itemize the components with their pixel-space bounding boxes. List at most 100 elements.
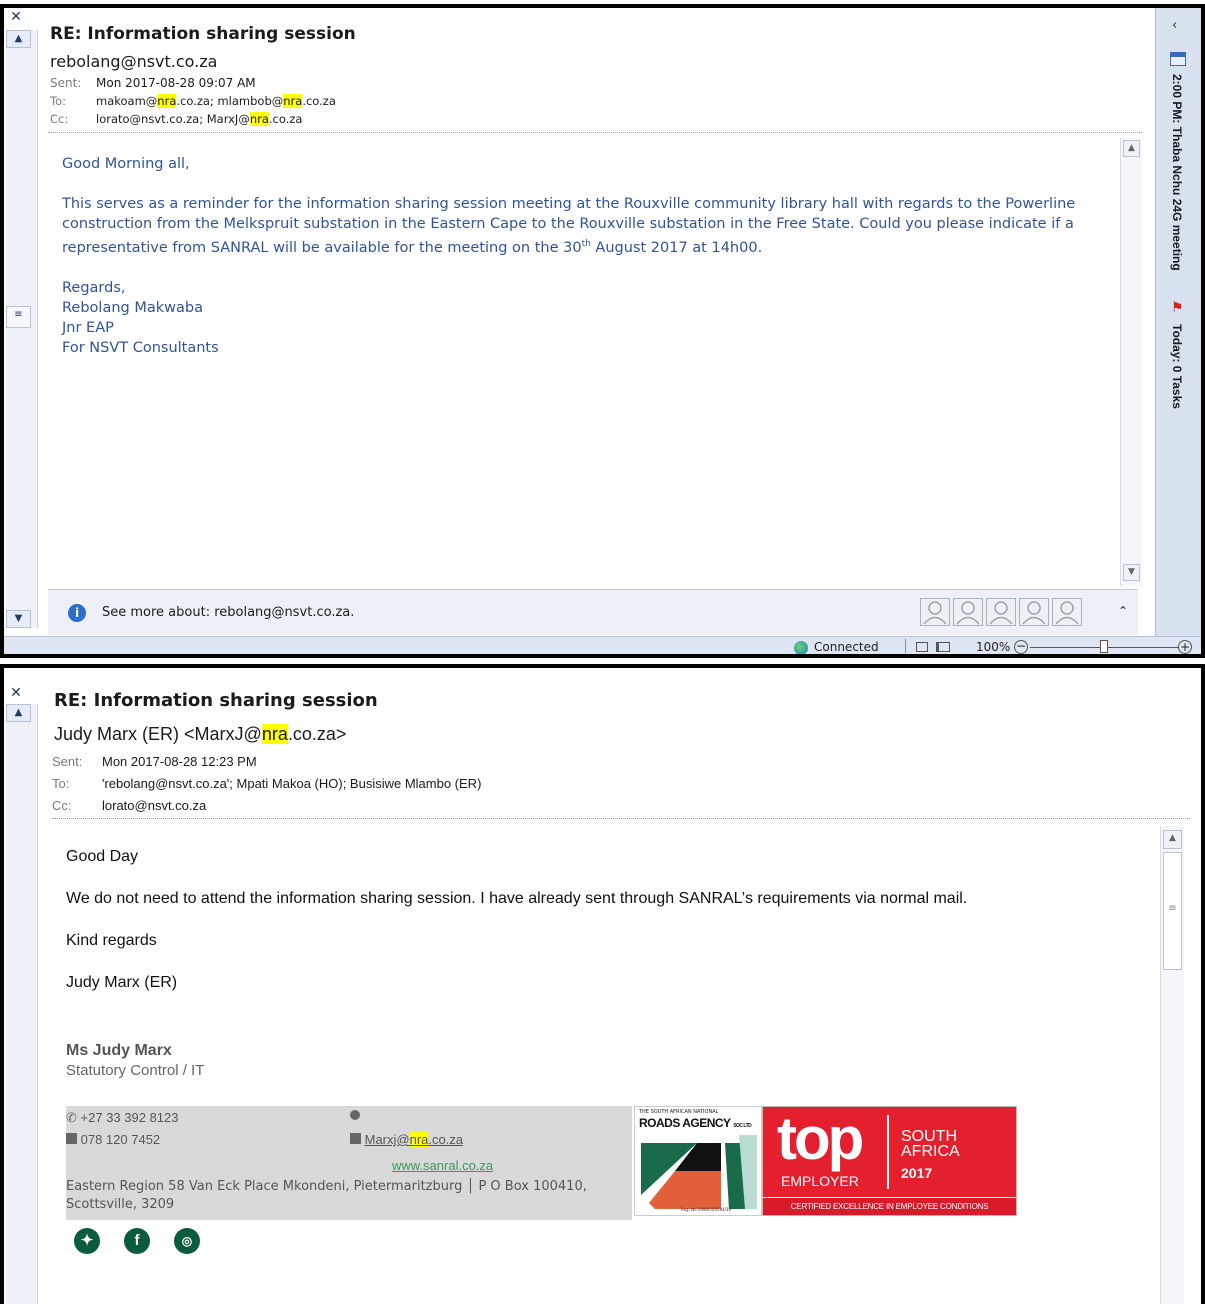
logo-country: SOUTH AFRICA: [901, 1128, 960, 1160]
to-recipient-2[interactable]: .co.za; mlambob@: [176, 94, 283, 108]
contact-avatar-icon[interactable]: [1019, 598, 1049, 626]
email-text: Marxj@: [364, 1132, 410, 1147]
sanral-emblem: [641, 1135, 757, 1209]
body-paragraph: This serves as a reminder for the inform…: [62, 194, 1112, 258]
sender-text[interactable]: Judy Marx (ER) <MarxJ@: [54, 724, 262, 744]
cc-label: Cc:: [52, 798, 72, 813]
people-pane-text[interactable]: See more about: rebolang@nsvt.co.za.: [102, 605, 354, 620]
body-closing: Kind regards: [66, 932, 157, 949]
email-subject: RE: Information sharing session: [50, 24, 356, 44]
contact-avatar-icon[interactable]: [953, 598, 983, 626]
reading-view-icon[interactable]: [936, 642, 950, 652]
close-icon[interactable]: ✕: [6, 684, 26, 704]
header-divider: [52, 818, 1190, 819]
mobile-number: 078 120 7452: [80, 1132, 161, 1147]
logo-top-text: top: [777, 1105, 864, 1172]
scroll-down-button[interactable]: ▼: [1123, 564, 1140, 581]
to-suffix: .co.za: [302, 94, 336, 108]
phone-row: ✆ +27 33 392 8123: [66, 1110, 179, 1126]
body-text: This serves as a reminder for the inform…: [62, 196, 1076, 256]
mail-icon: [350, 1133, 361, 1144]
calendar-icon: [1170, 52, 1186, 66]
instagram-icon[interactable]: ◎: [174, 1228, 200, 1254]
to-row: To: 'rebolang@nsvt.co.za'; Mpati Makoa (H…: [52, 776, 481, 791]
twitter-icon[interactable]: ✦: [74, 1228, 100, 1254]
body-greeting: Good Day: [66, 848, 139, 865]
people-pane: i See more about: rebolang@nsvt.co.za. ⌃: [48, 589, 1138, 635]
body-paragraph: We do not need to attend the information…: [66, 890, 968, 907]
sign-line: Rebolang Makwaba: [62, 299, 203, 316]
signature-email[interactable]: Marxj@nra.co.za: [365, 1132, 463, 1147]
chevron-left-icon[interactable]: ‹: [1172, 18, 1177, 33]
signature-contact-box: ✆ +27 33 392 8123 078 120 7452 Marxj@nra…: [66, 1106, 632, 1220]
logo-employer-text: EMPLOYER: [781, 1173, 859, 1189]
to-recipient-1[interactable]: makoam@: [96, 94, 157, 108]
email-subject: RE: Information sharing session: [54, 690, 378, 711]
scroll-thumb[interactable]: ≡: [1163, 852, 1182, 970]
left-scrollbar[interactable]: ▲ ≡ ▼: [6, 30, 38, 628]
to-recipients[interactable]: 'rebolang@nsvt.co.za'; Mpati Makoa (HO);…: [102, 776, 481, 791]
facebook-icon[interactable]: f: [124, 1228, 150, 1254]
scroll-up-button[interactable]: ▲: [1163, 830, 1182, 849]
scroll-down-button[interactable]: ▼: [6, 610, 31, 628]
zoom-out-button[interactable]: −: [1014, 640, 1028, 654]
info-icon: i: [68, 604, 86, 622]
body-scrollbar[interactable]: ▲ ≡: [1160, 826, 1184, 1304]
top-employer-logo: top EMPLOYER SOUTH AFRICA 2017 CERTIFIED …: [762, 1106, 1017, 1216]
signature-title: Statutory Control / IT: [66, 1062, 205, 1079]
todo-bar: ‹ 2:00 PM: Thaba Nchu 24G meeting ⚑ Toda…: [1155, 8, 1201, 654]
sent-value: Mon 2017-08-28 12:23 PM: [102, 754, 257, 769]
scroll-up-button[interactable]: ▲: [6, 30, 31, 48]
sent-label: Sent:: [52, 754, 83, 769]
email-sender: Judy Marx (ER) <MarxJ@nra.co.za>: [54, 724, 346, 745]
left-scrollbar[interactable]: ▲: [6, 704, 38, 1304]
cc-row: Cc: lorato@nsvt.co.za: [52, 798, 206, 813]
logo-cert-text: CERTIFIED EXCELLENCE IN EMPLOYEE CONDITI…: [763, 1197, 1016, 1215]
logo-south-text: SOUTH: [901, 1128, 957, 1145]
cc-recipients[interactable]: lorato@nsvt.co.za; MarxJ@: [96, 112, 250, 126]
cc-recipients[interactable]: lorato@nsvt.co.za: [102, 798, 206, 813]
to-label: To:: [52, 776, 70, 791]
sent-row: Sent: Mon 2017-08-28 09:07 AM: [50, 76, 256, 90]
body-superscript: th: [581, 239, 591, 249]
sender-suffix: .co.za>: [287, 724, 347, 744]
normal-view-icon[interactable]: [916, 642, 928, 652]
email-sender: rebolang@nsvt.co.za: [50, 52, 218, 71]
status-bar: Connected │ 100% − +: [4, 636, 1201, 654]
email-window-2: ✕ ▲ RE: Information sharing session Judy…: [0, 664, 1205, 1304]
highlight-term: nra: [157, 94, 177, 108]
scroll-up-button[interactable]: ▲: [6, 704, 31, 722]
logo-africa-text: AFRICA: [901, 1143, 960, 1160]
contact-avatar-icon[interactable]: [920, 598, 950, 626]
contact-avatar-icon[interactable]: [986, 598, 1016, 626]
zoom-in-button[interactable]: +: [1178, 640, 1192, 654]
zoom-level[interactable]: 100%: [976, 640, 1010, 654]
connection-status: Connected: [814, 640, 879, 654]
zoom-slider-thumb[interactable]: [1100, 640, 1108, 653]
scroll-up-button[interactable]: ▲: [1123, 140, 1140, 157]
highlight-term: nra: [283, 94, 303, 108]
highlight-term: nra: [409, 1132, 429, 1147]
phone-number: +27 33 392 8123: [80, 1110, 179, 1125]
header-divider: [48, 132, 1142, 133]
contact-avatar-icon[interactable]: [1052, 598, 1082, 626]
cc-label: Cc:: [50, 112, 69, 126]
todo-meeting[interactable]: 2:00 PM: Thaba Nchu 24G meeting: [1170, 74, 1184, 271]
email-body: Good Day We do not need to attend the in…: [66, 846, 1146, 1014]
phone-icon: ✆: [66, 1110, 77, 1125]
sent-label: Sent:: [50, 76, 82, 90]
sanral-logo: THE SOUTH AFRICAN NATIONAL ROADS AGENCY …: [634, 1106, 762, 1216]
chevron-up-icon[interactable]: ⌃: [1118, 604, 1128, 618]
email-window-1: ✕ ▲ ≡ ▼ RE: Information sharing session …: [0, 4, 1205, 658]
fax-icon: [350, 1110, 360, 1120]
highlight-term: nra: [261, 724, 288, 744]
todo-tasks[interactable]: Today: 0 Tasks: [1170, 324, 1184, 409]
close-icon[interactable]: ✕: [6, 8, 26, 28]
body-text: August 2017 at 14h00.: [590, 239, 763, 256]
sign-line: Regards,: [62, 279, 126, 296]
body-scrollbar[interactable]: ▲ ▼: [1120, 138, 1142, 586]
signature-address: Eastern Region 58 Van Eck Place Mkondeni…: [66, 1179, 587, 1212]
sign-line: For NSVT Consultants: [62, 339, 219, 356]
website-link[interactable]: www.sanral.co.za: [392, 1158, 493, 1173]
scroll-thumb[interactable]: ≡: [6, 306, 31, 328]
